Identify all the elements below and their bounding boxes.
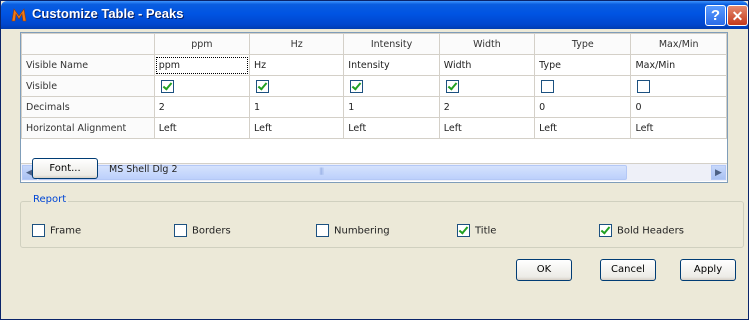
visible-checkbox[interactable] [637,79,651,93]
title-checkbox[interactable] [457,224,470,237]
row-header-decimals: Decimals [21,96,155,118]
table-cell [153,75,251,97]
window-title: Customize Table - Peaks [32,6,184,21]
ok-button[interactable]: OK [516,259,572,281]
table-cell [343,75,440,97]
visible-checkbox[interactable] [445,79,459,93]
bold-headers-checkbox[interactable] [599,224,612,237]
table-cell[interactable]: Left [343,117,440,139]
visible-checkbox[interactable] [350,79,364,93]
table-cell[interactable]: Width [438,54,536,76]
title-bar[interactable]: Customize Table - Peaks ? ✕ [1,1,748,29]
app-logo-icon [11,8,27,22]
help-button[interactable]: ? [705,5,726,26]
corner-cell [21,33,155,55]
visible-checkbox[interactable] [160,79,174,93]
table-cell[interactable]: 2 [153,96,251,118]
table-cell[interactable]: Left [438,117,536,139]
visible-checkbox[interactable] [541,79,555,93]
row-header-horizontal-alignment: Horizontal Alignment [21,117,155,139]
customize-table-dialog: Customize Table - Peaks ? ✕ ppm Hz Inten… [0,0,749,320]
report-group-title: Report [31,194,69,205]
table-cell [534,75,632,97]
row-header-visible: Visible [21,75,155,97]
column-header-width[interactable]: Width [438,33,536,55]
bold-headers-label: Bold Headers [617,225,684,237]
frame-checkbox[interactable] [32,224,45,237]
scroll-right-icon[interactable]: ▶ [711,165,726,180]
properties-table: ppm Hz Intensity Width Type Max/Min Visi… [21,33,727,139]
column-header-hz[interactable]: Hz [249,33,345,55]
column-header-ppm[interactable]: ppm [153,33,251,55]
table-cell[interactable]: Left [630,117,727,139]
font-button[interactable]: Font... [32,158,98,179]
row-header-visible-name: Visible Name [21,54,155,76]
table-cell[interactable]: Intensity [343,54,440,76]
table-row: Decimals 2 1 1 2 0 0 [21,96,727,118]
table-cell[interactable]: Left [249,117,345,139]
table-cell [630,75,727,97]
column-header-row: ppm Hz Intensity Width Type Max/Min [21,33,727,55]
table-cell[interactable]: Max/Min [630,54,727,76]
title-option[interactable]: Title [457,224,496,237]
borders-option[interactable]: Borders [174,224,231,237]
bold-headers-option[interactable]: Bold Headers [599,224,684,237]
numbering-checkbox[interactable] [316,224,329,237]
table-row: Horizontal Alignment Left Left Left Left… [21,117,727,139]
frame-option[interactable]: Frame [32,224,81,237]
font-name-label: MS Shell Dlg 2 [109,164,178,175]
cancel-button[interactable]: Cancel [600,259,656,281]
table-cell[interactable]: 1 [249,96,345,118]
close-button[interactable]: ✕ [727,5,748,26]
table-row: Visible [21,75,727,97]
apply-button[interactable]: Apply [680,259,736,281]
table-cell[interactable]: Hz [249,54,345,76]
table-cell [249,75,345,97]
table-row: Visible Name ppm Hz Intensity Width Type… [21,54,727,76]
borders-checkbox[interactable] [174,224,187,237]
properties-grid: ppm Hz Intensity Width Type Max/Min Visi… [20,32,728,183]
borders-label: Borders [192,225,231,237]
frame-label: Frame [50,225,82,237]
table-cell[interactable]: Left [534,117,632,139]
visible-checkbox[interactable] [256,79,270,93]
numbering-label: Numbering [334,225,390,237]
numbering-option[interactable]: Numbering [316,224,390,237]
table-cell[interactable]: Left [153,117,251,139]
column-header-type[interactable]: Type [534,33,632,55]
column-header-intensity[interactable]: Intensity [343,33,440,55]
table-cell[interactable]: 0 [534,96,632,118]
table-cell[interactable]: Type [534,54,632,76]
table-cell[interactable]: ppm [153,54,251,76]
table-cell[interactable]: 2 [438,96,536,118]
table-cell[interactable]: 0 [630,96,727,118]
title-label: Title [475,225,497,237]
table-cell [438,75,536,97]
column-header-maxmin[interactable]: Max/Min [630,33,727,55]
table-cell[interactable]: 1 [343,96,440,118]
